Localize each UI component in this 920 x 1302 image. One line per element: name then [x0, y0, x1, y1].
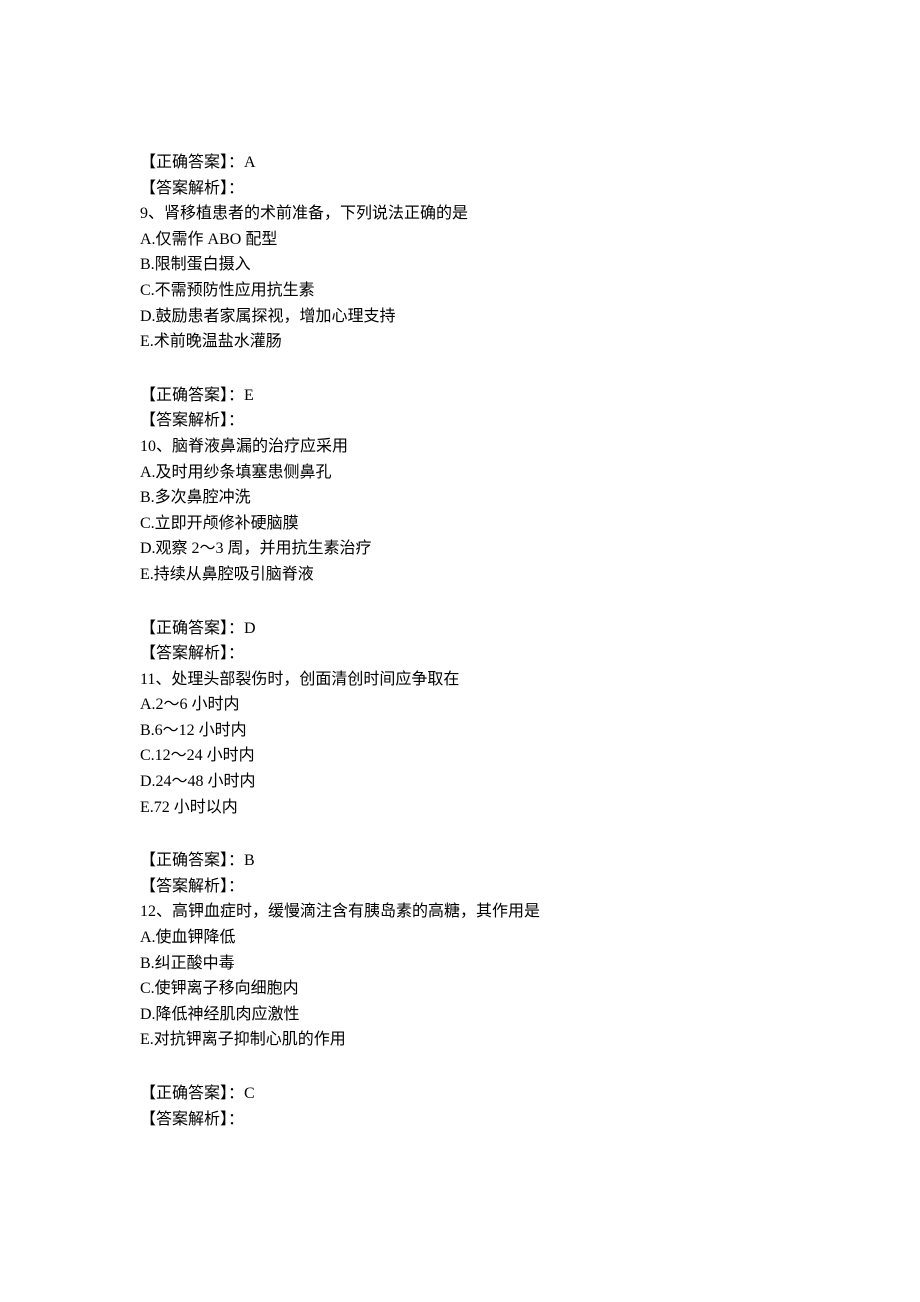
option-line: C.12～24 小时内 — [140, 743, 780, 769]
option-line: B.多次鼻腔冲洗 — [140, 485, 780, 511]
question-text: 脑脊液鼻漏的治疗应采用 — [172, 438, 348, 455]
question-number: 11 — [140, 671, 155, 688]
question-number: 10 — [140, 438, 156, 455]
explanation-line: 【答案解析】： — [140, 1107, 780, 1133]
explanation-prefix: 【答案解析】： — [140, 878, 244, 895]
correct-answer-value: B — [244, 852, 255, 869]
option-line: A.及时用纱条填塞患侧鼻孔 — [140, 460, 780, 486]
explanation-line: 【答案解析】： — [140, 176, 780, 202]
option-line: B.6～12 小时内 — [140, 718, 780, 744]
question-text: 高钾血症时，缓慢滴注含有胰岛素的高糖，其作用是 — [172, 903, 540, 920]
question-line: 12、高钾血症时，缓慢滴注含有胰岛素的高糖，其作用是 — [140, 899, 780, 925]
option-line: E.持续从鼻腔吸引脑脊液 — [140, 562, 780, 588]
document-page: 【正确答案】：A【答案解析】：9、肾移植患者的术前准备，下列说法正确的是A.仅需… — [0, 0, 920, 1302]
explanation-line: 【答案解析】： — [140, 408, 780, 434]
question-separator: 、 — [156, 438, 172, 455]
option-line: A.2～6 小时内 — [140, 692, 780, 718]
correct-answer-line: 【正确答案】：A — [140, 150, 780, 176]
correct-answer-prefix: 【正确答案】： — [140, 387, 244, 404]
question-line: 10、脑脊液鼻漏的治疗应采用 — [140, 434, 780, 460]
question-line: 9、肾移植患者的术前准备，下列说法正确的是 — [140, 201, 780, 227]
question-text: 处理头部裂伤时，创面清创时间应争取在 — [171, 671, 459, 688]
explanation-line: 【答案解析】： — [140, 874, 780, 900]
correct-answer-value: D — [244, 620, 256, 637]
correct-answer-value: E — [244, 387, 254, 404]
question-separator: 、 — [155, 671, 171, 688]
option-line: B.纠正酸中毒 — [140, 951, 780, 977]
explanation-line: 【答案解析】： — [140, 641, 780, 667]
qa-block: 【正确答案】：A【答案解析】：9、肾移植患者的术前准备，下列说法正确的是A.仅需… — [140, 150, 780, 355]
option-line: B.限制蛋白摄入 — [140, 252, 780, 278]
option-line: C.使钾离子移向细胞内 — [140, 976, 780, 1002]
option-line: D.观察 2～3 周，并用抗生素治疗 — [140, 536, 780, 562]
correct-answer-line: 【正确答案】：C — [140, 1081, 780, 1107]
correct-answer-value: A — [244, 154, 256, 171]
correct-answer-prefix: 【正确答案】： — [140, 1085, 244, 1102]
correct-answer-prefix: 【正确答案】： — [140, 154, 244, 171]
correct-answer-prefix: 【正确答案】： — [140, 620, 244, 637]
question-separator: 、 — [156, 903, 172, 920]
option-line: A.使血钾降低 — [140, 925, 780, 951]
question-number: 9 — [140, 205, 148, 222]
option-line: C.不需预防性应用抗生素 — [140, 278, 780, 304]
option-line: A.仅需作 ABO 配型 — [140, 227, 780, 253]
option-line: E.对抗钾离子抑制心肌的作用 — [140, 1027, 780, 1053]
question-text: 肾移植患者的术前准备，下列说法正确的是 — [164, 205, 468, 222]
option-line: D.鼓励患者家属探视，增加心理支持 — [140, 304, 780, 330]
option-line: D.24～48 小时内 — [140, 769, 780, 795]
qa-block: 【正确答案】：B【答案解析】：12、高钾血症时，缓慢滴注含有胰岛素的高糖，其作用… — [140, 848, 780, 1053]
question-number: 12 — [140, 903, 156, 920]
explanation-prefix: 【答案解析】： — [140, 412, 244, 429]
correct-answer-prefix: 【正确答案】： — [140, 852, 244, 869]
correct-answer-line: 【正确答案】：B — [140, 848, 780, 874]
explanation-prefix: 【答案解析】： — [140, 180, 244, 197]
option-line: E.术前晚温盐水灌肠 — [140, 329, 780, 355]
option-line: E.72 小时以内 — [140, 795, 780, 821]
option-line: D.降低神经肌肉应激性 — [140, 1002, 780, 1028]
qa-block: 【正确答案】：D【答案解析】：11、处理头部裂伤时，创面清创时间应争取在A.2～… — [140, 616, 780, 821]
explanation-prefix: 【答案解析】： — [140, 645, 244, 662]
correct-answer-line: 【正确答案】：D — [140, 616, 780, 642]
qa-block: 【正确答案】：E【答案解析】：10、脑脊液鼻漏的治疗应采用A.及时用纱条填塞患侧… — [140, 383, 780, 588]
option-line: C.立即开颅修补硬脑膜 — [140, 511, 780, 537]
correct-answer-line: 【正确答案】：E — [140, 383, 780, 409]
question-line: 11、处理头部裂伤时，创面清创时间应争取在 — [140, 667, 780, 693]
qa-block: 【正确答案】：C【答案解析】： — [140, 1081, 780, 1132]
explanation-prefix: 【答案解析】： — [140, 1111, 244, 1128]
correct-answer-value: C — [244, 1085, 255, 1102]
question-separator: 、 — [148, 205, 164, 222]
